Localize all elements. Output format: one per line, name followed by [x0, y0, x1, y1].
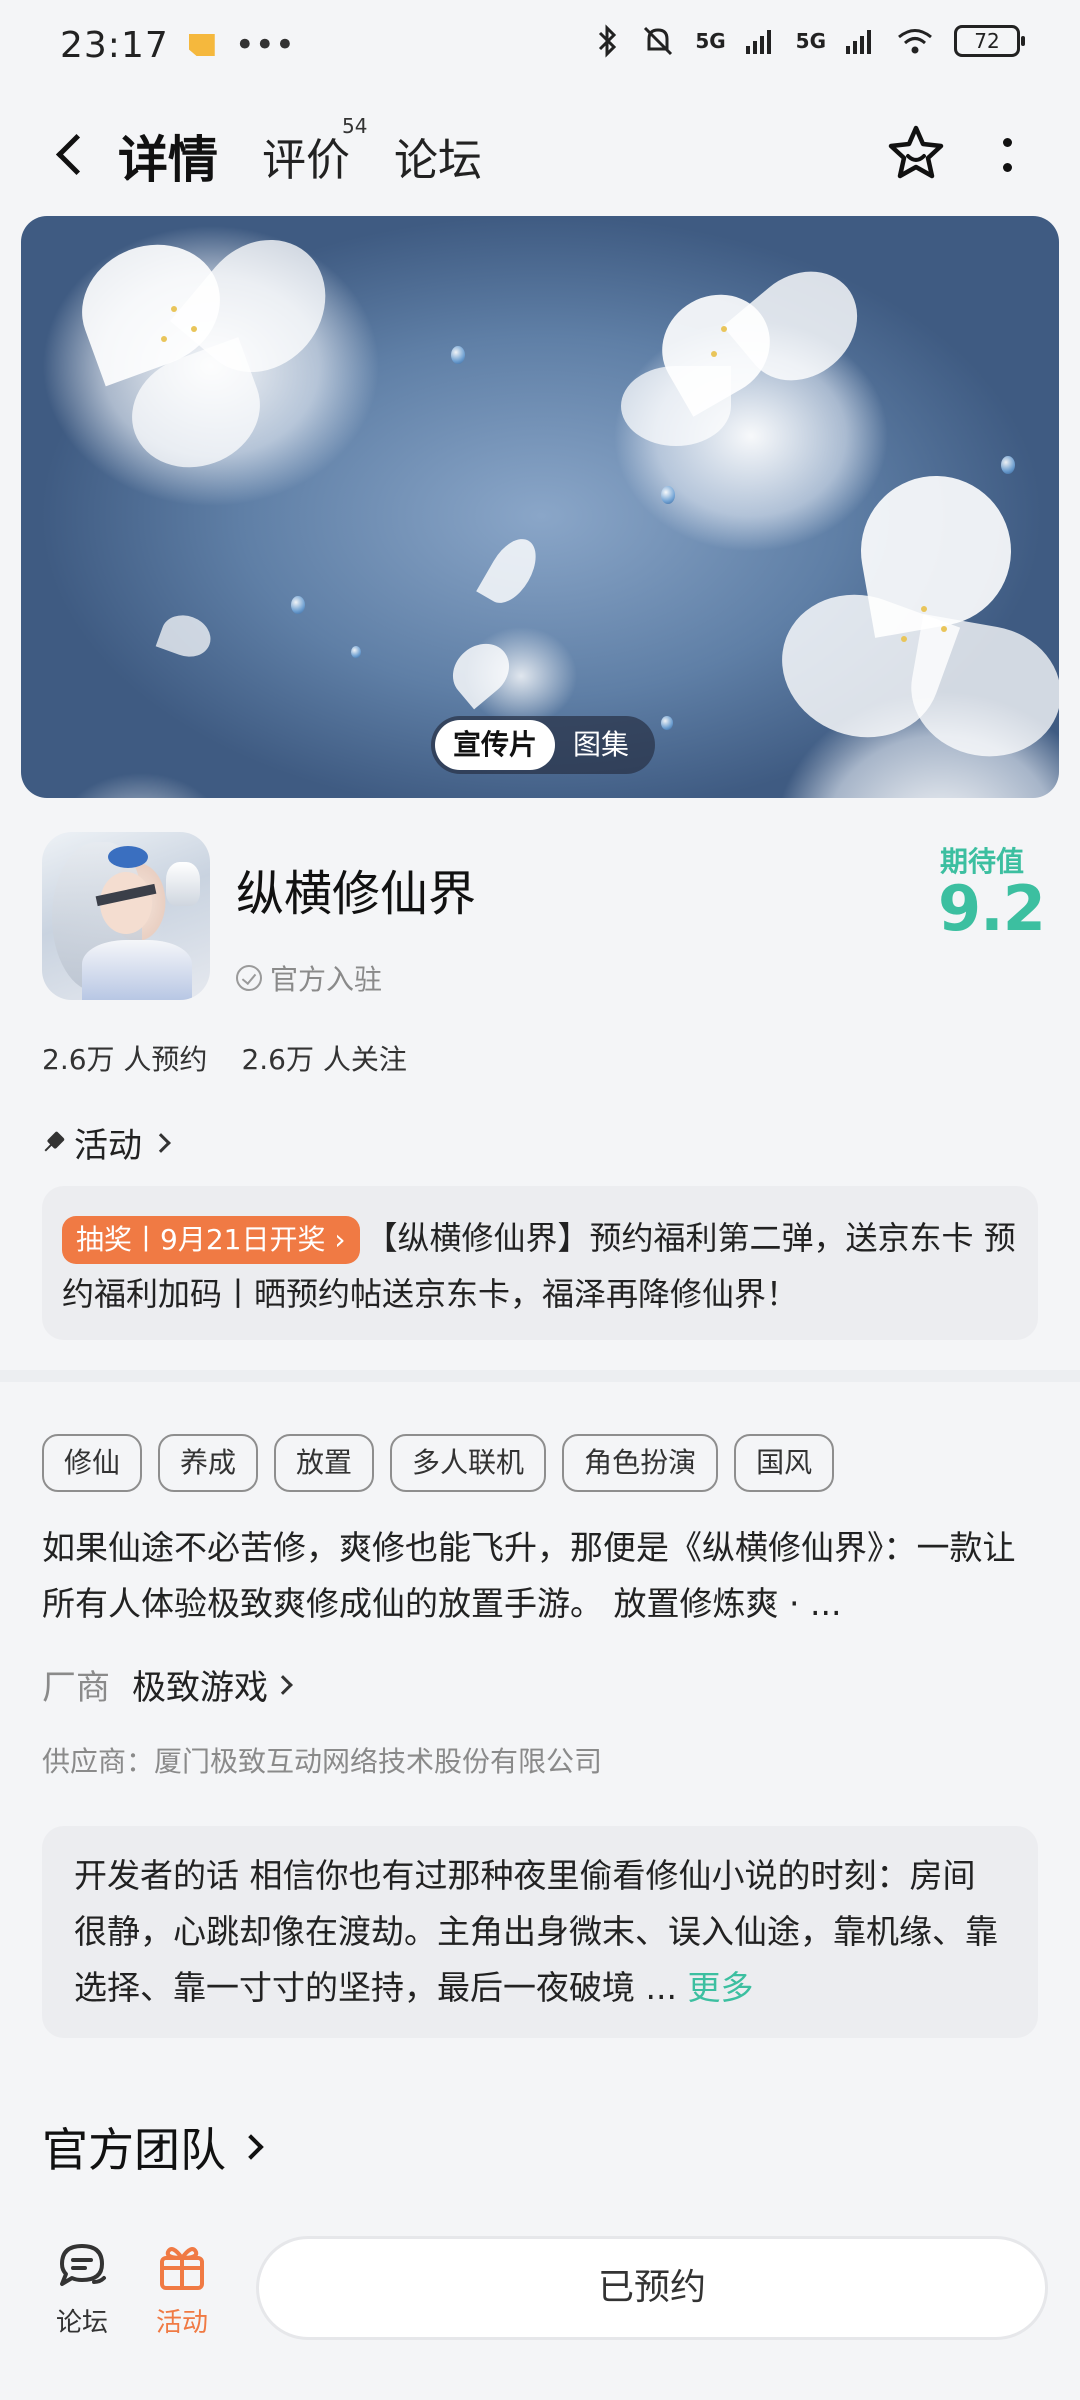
vendor-name: 极致游戏 — [132, 1668, 268, 1708]
tag-list: 修仙 养成 放置 多人联机 角色扮演 国风 — [42, 1434, 835, 1492]
water-drop — [291, 596, 305, 614]
chevron-right-icon — [151, 1132, 171, 1153]
signal-bars-2-icon — [846, 30, 871, 54]
official-badge: 官方入驻 — [236, 958, 382, 998]
flower-petal — [441, 632, 521, 710]
game-stats: 2.6万 人预约 2.6万 人关注 — [42, 1038, 407, 1078]
water-drop — [661, 716, 673, 730]
stamen — [901, 636, 907, 642]
vendor-row[interactable]: 厂商 极致游戏 — [42, 1660, 293, 1709]
vendor-label: 厂商 — [42, 1668, 110, 1708]
game-description[interactable]: 如果仙途不必苦修，爽修也能飞升，那便是《纵横修仙界》：一款让所有人体验极致爽修成… — [42, 1520, 1032, 1632]
signal-1-icon: 5G — [695, 29, 726, 53]
water-drop — [1001, 456, 1015, 474]
tab-review-label: 评价 — [262, 135, 350, 186]
wifi-icon — [898, 29, 932, 54]
reservation-count: 2.6万 人预约 — [42, 1043, 208, 1076]
bottom-forum-label: 论坛 — [55, 2308, 108, 2338]
supplier-info: 供应商：厦门极致互动网络技术股份有限公司 — [42, 1745, 603, 1778]
tab-detail-label: 详情 — [118, 131, 218, 189]
promo-banner[interactable]: 宣传片 图集 — [21, 216, 1059, 798]
game-title: 纵横修仙界 — [236, 866, 477, 922]
bell-muted-icon — [644, 26, 673, 56]
more-link[interactable]: 更多 — [687, 1968, 753, 2007]
forum-icon — [60, 2244, 106, 2286]
bottom-activity-button[interactable]: 活动 — [142, 2238, 222, 2339]
water-drop — [351, 646, 361, 658]
tag-item[interactable]: 角色扮演 — [562, 1434, 719, 1492]
stamen — [171, 306, 177, 312]
reserved-button[interactable]: 已预约 — [256, 2236, 1048, 2340]
bottom-activity-label: 活动 — [155, 2308, 208, 2338]
signal-2-icon: 5G — [795, 29, 826, 53]
stamen — [721, 326, 727, 332]
tab-detail[interactable]: 详情 — [118, 120, 218, 194]
activity-card[interactable]: 抽奖丨9月21日开奖 › 【纵横修仙界】预约福利第二弹，送京东卡 预约福利加码丨晒… — [42, 1186, 1038, 1340]
developer-note[interactable]: 开发者的话 相信你也有过那种夜里偷看修仙小说的时刻：房间很静，心跳却像在渡劫。主… — [42, 1826, 1038, 2038]
back-icon[interactable] — [50, 128, 100, 182]
official-team-link[interactable]: 官方团队 — [42, 2114, 264, 2180]
status-time: 23:17 — [60, 24, 169, 66]
water-drop — [661, 486, 675, 504]
tab-review[interactable]: 评价 54 — [262, 114, 367, 188]
follower-count: 2.6万 人关注 — [241, 1043, 407, 1076]
tab-forum[interactable]: 论坛 — [394, 124, 482, 188]
app-icon[interactable] — [42, 832, 210, 1000]
notification-icon — [188, 34, 215, 56]
tag-item[interactable]: 养成 — [158, 1434, 259, 1492]
flower-petal — [621, 366, 731, 446]
stamen — [941, 626, 947, 632]
stamen — [191, 326, 197, 332]
battery-icon: 72 — [954, 25, 1025, 57]
pin-icon — [37, 1127, 68, 1158]
tag-item[interactable]: 放置 — [274, 1434, 375, 1492]
tag-item[interactable]: 修仙 — [42, 1434, 143, 1492]
official-team-label: 官方团队 — [42, 2123, 226, 2177]
status-icons: 5G 5G 72 — [595, 24, 1025, 58]
bottom-forum-button[interactable]: 论坛 — [42, 2238, 122, 2339]
developer-note-text: 开发者的话 相信你也有过那种夜里偷看修仙小说的时刻：房间很静，心跳却像在渡劫。主… — [74, 1856, 998, 2007]
stamen — [921, 606, 927, 612]
check-icon — [236, 965, 262, 991]
toggle-gallery[interactable]: 图集 — [555, 720, 647, 770]
more-icon[interactable] — [992, 130, 1022, 180]
activity-heading[interactable]: 活动 — [42, 1118, 171, 1167]
more-notifications-icon: ••• — [234, 25, 295, 65]
water-drop — [451, 346, 465, 364]
gift-icon — [160, 2247, 204, 2290]
chevron-right-icon — [238, 2134, 264, 2160]
review-count: 54 — [342, 114, 368, 138]
bluetooth-icon — [599, 24, 617, 58]
official-label: 官方入驻 — [270, 963, 383, 996]
expect-score: 9.2 — [938, 872, 1046, 945]
signal-bars-icon — [745, 30, 771, 54]
flower-petal — [155, 608, 217, 664]
flower-petal — [900, 613, 1059, 769]
flower-petal — [476, 530, 546, 612]
activity-heading-label: 活动 — [74, 1126, 142, 1166]
tag-item[interactable]: 国风 — [734, 1434, 835, 1492]
top-nav: 详情 评价 54 论坛 — [0, 100, 1080, 210]
toggle-video[interactable]: 宣传片 — [435, 720, 556, 770]
chevron-right-icon — [273, 1674, 293, 1695]
media-toggle: 宣传片 图集 — [431, 716, 655, 774]
tag-item[interactable]: 多人联机 — [390, 1434, 547, 1492]
star-icon[interactable] — [884, 122, 948, 186]
stamen — [711, 351, 717, 357]
status-bar: 23:17 ••• 5G 5G 72 — [0, 0, 1080, 90]
tab-forum-label: 论坛 — [394, 135, 482, 186]
stamen — [161, 336, 167, 342]
lottery-badge[interactable]: 抽奖丨9月21日开奖 › — [62, 1216, 360, 1264]
bottom-bar: 论坛 活动 已预约 — [0, 2224, 1080, 2400]
section-divider — [0, 1370, 1080, 1382]
